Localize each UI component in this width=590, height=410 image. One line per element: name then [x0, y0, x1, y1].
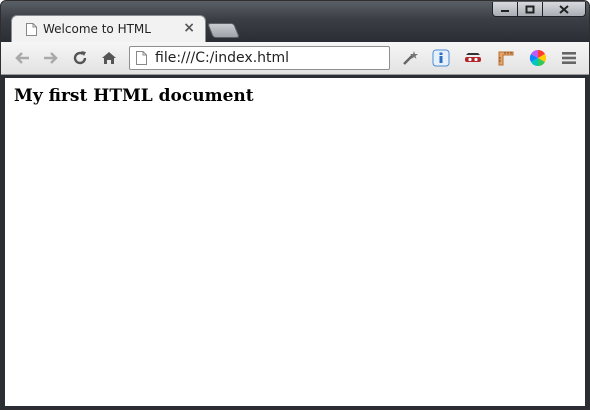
forward-button[interactable] — [41, 48, 61, 68]
home-icon — [102, 52, 116, 64]
new-tab-button[interactable] — [206, 23, 241, 38]
extension-colorpicker-icon[interactable] — [528, 48, 548, 68]
tab-title: Welcome to HTML — [43, 22, 151, 36]
ruler-icon — [498, 51, 514, 66]
extension-incognito-icon[interactable] — [463, 48, 483, 68]
forward-arrow-icon — [44, 52, 58, 64]
browser-window: Welcome to HTML × file:///C:/index.html … — [0, 0, 590, 410]
page-document-icon — [136, 51, 147, 65]
info-icon — [432, 49, 450, 67]
tab-close-icon[interactable]: × — [183, 20, 195, 36]
color-wheel-icon — [529, 49, 547, 67]
extension-wand-icon[interactable] — [400, 48, 420, 68]
reload-button[interactable] — [70, 48, 90, 68]
page-viewport: My first HTML document — [5, 78, 585, 406]
tab-strip: Welcome to HTML × — [1, 1, 589, 42]
tab-active[interactable]: Welcome to HTML × — [11, 15, 206, 42]
home-button[interactable] — [99, 48, 119, 68]
back-arrow-icon — [15, 52, 29, 64]
address-bar[interactable]: file:///C:/index.html — [129, 46, 390, 70]
page-heading: My first HTML document — [14, 86, 254, 106]
back-button[interactable] — [12, 48, 32, 68]
reload-icon — [73, 51, 87, 65]
hamburger-menu-icon — [562, 52, 576, 64]
browser-menu-button[interactable] — [559, 48, 579, 68]
browser-toolbar: file:///C:/index.html — [1, 42, 589, 75]
mask-icon — [465, 53, 481, 62]
document-icon — [26, 23, 37, 36]
address-url: file:///C:/index.html — [155, 50, 290, 66]
extension-info-icon[interactable] — [431, 48, 451, 68]
extension-ruler-icon[interactable] — [496, 48, 516, 68]
wand-icon — [403, 51, 418, 65]
